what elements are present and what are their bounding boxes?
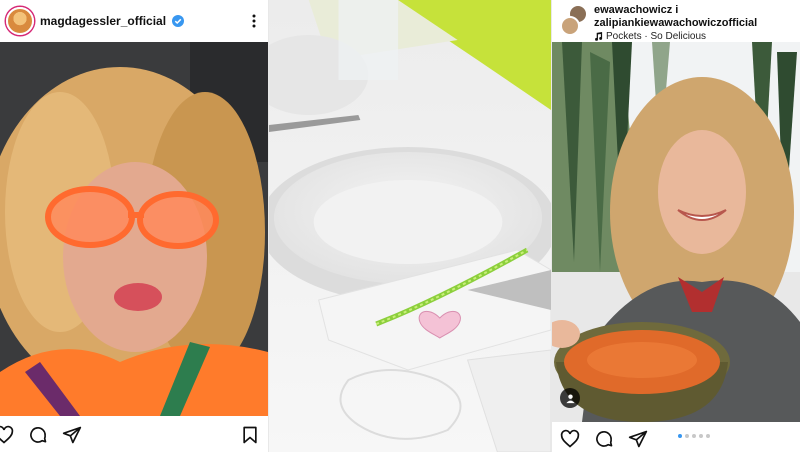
username[interactable]: magdagessler_official <box>40 14 166 28</box>
carousel-indicator <box>678 434 710 438</box>
avatar[interactable] <box>6 7 34 35</box>
music-note-icon <box>595 32 603 41</box>
collab-usernames: ewawachowicz i zalipiankiewawachowiczoff… <box>594 4 757 43</box>
table-setting-photo <box>269 0 551 452</box>
right-instagram-post: ewawachowicz i zalipiankiewawachowiczoff… <box>552 0 800 452</box>
carousel-dot <box>692 434 696 438</box>
carousel-dot <box>706 434 710 438</box>
comment-icon[interactable] <box>28 425 48 445</box>
carousel-dot <box>678 434 682 438</box>
post-header: ewawachowicz i zalipiankiewawachowiczoff… <box>552 0 800 42</box>
username[interactable]: zalipiankiewawachowiczofficial <box>594 17 757 30</box>
post-photo[interactable] <box>0 42 268 416</box>
tagged-users-icon[interactable] <box>560 388 580 408</box>
share-icon[interactable] <box>628 429 648 449</box>
carousel-dot <box>685 434 689 438</box>
post-header: magdagessler_official <box>0 0 268 42</box>
post-actions <box>552 424 800 452</box>
collab-avatars[interactable] <box>558 4 588 38</box>
middle-photo-panel <box>268 0 552 452</box>
username[interactable]: ewawachowicz i <box>594 4 757 17</box>
left-instagram-post: magdagessler_official <box>0 0 268 452</box>
post-actions <box>0 420 268 450</box>
avatar[interactable] <box>560 16 580 36</box>
carousel-dot <box>699 434 703 438</box>
comment-icon[interactable] <box>594 429 614 449</box>
more-options-icon[interactable] <box>246 13 262 29</box>
share-icon[interactable] <box>62 425 82 445</box>
like-icon[interactable] <box>0 425 14 445</box>
post-photo[interactable] <box>552 42 800 422</box>
save-icon[interactable] <box>240 425 260 445</box>
verified-badge-icon <box>172 15 185 27</box>
like-icon[interactable] <box>560 429 580 449</box>
